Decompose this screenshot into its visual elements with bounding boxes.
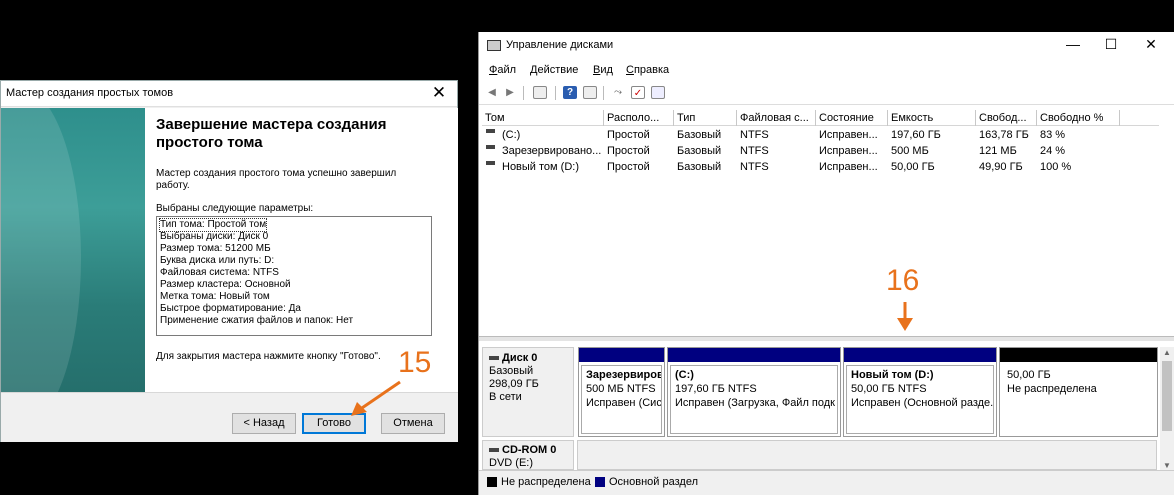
close-icon[interactable]: ✕ <box>1141 36 1161 53</box>
menu-file[interactable]: Файл <box>489 64 516 76</box>
column-header[interactable]: Состояние <box>819 112 886 124</box>
disk-management-window: Управление дисками — ☐ ✕ Файл Действие В… <box>478 32 1174 495</box>
properties-icon[interactable] <box>533 86 547 99</box>
column-header[interactable]: Располо... <box>607 112 671 124</box>
drive-icon <box>486 145 495 149</box>
wizard-hint: Для закрытия мастера нажмите кнопку "Гот… <box>156 351 381 362</box>
dm-titlebar: Управление дисками — ☐ ✕ <box>479 32 1174 58</box>
help-icon[interactable]: ? <box>563 86 577 99</box>
drive-icon <box>486 129 495 133</box>
partition-d[interactable]: Новый том (D:) 50,00 ГБ NTFS Исправен (О… <box>843 347 997 437</box>
param-line: Буква диска или путь: D: <box>160 255 275 266</box>
partition-bar <box>1000 348 1157 362</box>
legend-label: Не распределена <box>501 476 591 488</box>
legend-swatch-primary <box>595 477 605 487</box>
table-row[interactable]: Зарезервировано... Простой Базовый NTFS … <box>482 144 1159 160</box>
param-line: Быстрое форматирование: Да <box>160 303 301 314</box>
param-line: Тип тома: Простой том <box>158 218 268 232</box>
column-header[interactable]: Том <box>485 112 600 124</box>
param-line: Размер тома: 51200 МБ <box>160 243 271 254</box>
column-header[interactable]: Свободно % <box>1040 112 1116 124</box>
menu-view[interactable]: Вид <box>593 64 613 76</box>
cdrom-label[interactable]: CD-ROM 0 DVD (E:) <box>482 440 574 470</box>
disk0-size: 298,09 ГБ <box>489 378 539 390</box>
partition-bar <box>579 348 664 362</box>
pane-splitter[interactable] <box>479 336 1174 341</box>
minimize-icon[interactable]: — <box>1063 36 1083 52</box>
table-row[interactable]: (C:) Простой Базовый NTFS Исправен... 19… <box>482 128 1159 144</box>
wizard-params-list[interactable]: Тип тома: Простой том Выбраны диски: Дис… <box>156 216 432 336</box>
table-row[interactable]: Новый том (D:) Простой Базовый NTFS Испр… <box>482 160 1159 176</box>
annotation-arrow-16 <box>897 302 913 331</box>
scroll-down-icon[interactable]: ▼ <box>1160 461 1174 470</box>
disk0-status: В сети <box>489 391 522 403</box>
volume-list-header: Том Располо... Тип Файловая с... Состоян… <box>482 110 1159 126</box>
wizard-side-banner <box>1 108 145 392</box>
wizard-titlebar: Мастер создания простых томов ✕ <box>1 81 457 107</box>
partition-bar <box>844 348 996 362</box>
annotation-step-16: 16 <box>886 264 920 297</box>
toolbar: ◀ ▶ ? ⤳ ✓ <box>479 81 1174 105</box>
param-line: Выбраны диски: Диск 0 <box>160 231 269 242</box>
toolbar-separator <box>555 86 556 100</box>
settings-list-icon[interactable] <box>651 86 665 99</box>
cdrom-type: DVD (E:) <box>489 457 533 469</box>
partition-c[interactable]: (C:) 197,60 ГБ NTFS Исправен (Загрузка, … <box>667 347 841 437</box>
connect-icon[interactable]: ⤳ <box>611 86 625 99</box>
scroll-thumb[interactable] <box>1162 361 1172 431</box>
column-header[interactable]: Тип <box>677 112 735 124</box>
dm-title: Управление дисками <box>506 39 614 51</box>
menu-action[interactable]: Действие <box>530 64 578 76</box>
param-line: Применение сжатия файлов и папок: Нет <box>160 315 354 326</box>
cdrom-area <box>577 440 1157 470</box>
disk-management-icon <box>487 40 501 51</box>
drive-icon <box>489 356 499 361</box>
column-header[interactable]: Файловая с... <box>740 112 812 124</box>
partition-bar <box>668 348 840 362</box>
partition-unallocated[interactable]: 50,00 ГБ Не распределена <box>999 347 1158 437</box>
menu-bar: Файл Действие Вид Справка <box>479 60 1174 80</box>
toolbar-separator <box>523 86 524 100</box>
scroll-up-icon[interactable]: ▲ <box>1160 348 1174 357</box>
back-button[interactable]: < Назад <box>232 413 296 434</box>
toolbar-separator <box>603 86 604 100</box>
wizard-params-label: Выбраны следующие параметры: <box>156 203 314 214</box>
disk0-label[interactable]: Диск 0 Базовый 298,09 ГБ В сети <box>482 347 574 437</box>
close-icon[interactable]: ✕ <box>429 83 449 103</box>
cdrom-name: CD-ROM 0 <box>502 444 557 456</box>
maximize-icon[interactable]: ☐ <box>1101 36 1121 53</box>
drive-icon <box>486 161 495 165</box>
param-line: Файловая система: NTFS <box>160 267 279 278</box>
legend-label: Основной раздел <box>609 476 698 488</box>
back-arrow-icon[interactable]: ◀ <box>485 86 499 99</box>
param-line: Метка тома: Новый том <box>160 291 270 302</box>
list-view-icon[interactable] <box>583 86 597 99</box>
annotation-step-15: 15 <box>398 346 432 379</box>
forward-arrow-icon[interactable]: ▶ <box>503 86 517 99</box>
wizard-title: Мастер создания простых томов <box>6 87 174 99</box>
legend-bar: Не распределена Основной раздел <box>479 470 1174 495</box>
disk0-type: Базовый <box>489 365 534 377</box>
vertical-scrollbar[interactable]: ▲ ▼ <box>1160 347 1174 471</box>
drive-icon <box>489 448 499 453</box>
check-icon[interactable]: ✓ <box>631 86 645 99</box>
legend-swatch-unallocated <box>487 477 497 487</box>
partition-reserved[interactable]: Зарезервиров 500 МБ NTFS Исправен (Сис <box>578 347 665 437</box>
disk0-name: Диск 0 <box>502 352 538 364</box>
annotation-arrow-15 <box>351 380 401 416</box>
param-line: Размер кластера: Основной <box>160 279 291 290</box>
menu-help[interactable]: Справка <box>626 64 669 76</box>
wizard-description: Мастер создания простого тома успешно за… <box>156 168 397 191</box>
wizard-heading: Завершение мастера создания простого том… <box>156 116 387 151</box>
column-header[interactable]: Свобод... <box>979 112 1034 124</box>
wizard-body: Завершение мастера создания простого том… <box>1 108 458 392</box>
column-header[interactable]: Емкость <box>891 112 971 124</box>
